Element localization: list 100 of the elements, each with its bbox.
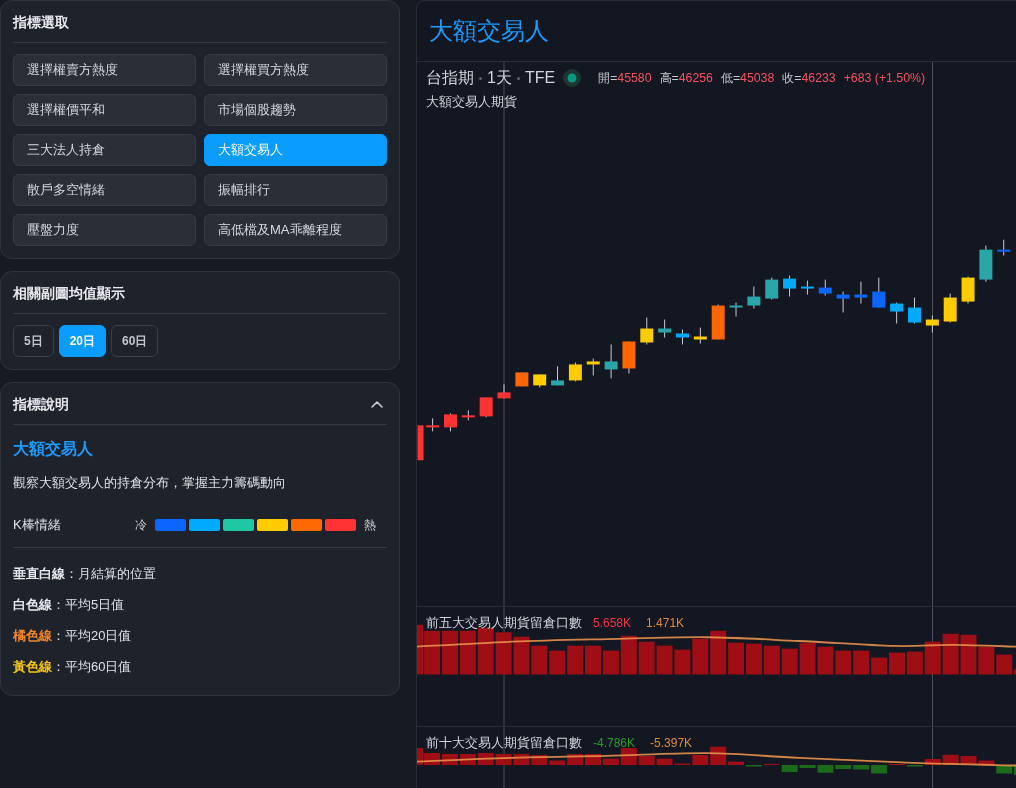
ohlc-label: 開= [598, 70, 618, 86]
position-bar [459, 754, 476, 765]
candlestick [417, 425, 424, 461]
position-bar [906, 651, 923, 675]
indicator-button[interactable]: 選擇權價平和 [13, 94, 196, 126]
position-bar [728, 642, 745, 675]
position-bar [513, 636, 530, 675]
ohlc-value: 46233 [801, 70, 836, 86]
position-bar [978, 646, 995, 675]
legend-term: 垂直白線 [13, 565, 65, 583]
exchange-label: TFE [524, 68, 556, 88]
position-bar [853, 650, 870, 675]
candlestick [533, 373, 547, 388]
candlestick [979, 245, 993, 283]
position-bar [817, 646, 834, 675]
candlestick [854, 281, 868, 305]
candlestick [800, 280, 814, 296]
candlestick [890, 302, 904, 324]
ohlc-value: 46256 [678, 70, 713, 86]
candlestick [997, 239, 1011, 257]
position-bar [799, 642, 816, 675]
position-bar [549, 650, 566, 675]
panel-title: 指標說明 [13, 394, 69, 414]
candlestick [693, 327, 707, 344]
ohlc-label: 高= [659, 70, 679, 86]
position-bar [442, 754, 458, 765]
separator-dot-icon [516, 76, 520, 80]
chart-title: 大額交易人 [429, 16, 549, 46]
ohlc-label: 低= [720, 70, 741, 86]
candlestick [872, 277, 886, 309]
scale-label: K棒情緒 [13, 516, 62, 534]
candlestick [925, 315, 939, 333]
ohlc-value: 45580 [617, 70, 652, 86]
subchart-value: -4.786K [593, 735, 636, 752]
candlestick [908, 297, 921, 324]
subchart-value: -5.397K [650, 735, 693, 752]
candlestick [676, 329, 689, 345]
candlestick [586, 357, 600, 376]
indicator-button[interactable]: 三大法人持倉 [13, 134, 196, 166]
period-button[interactable]: 5日 [13, 325, 54, 357]
position-bar [495, 754, 512, 765]
candlestick [729, 302, 743, 318]
position-bar [442, 630, 458, 675]
candlestick [426, 417, 440, 432]
legend-description: ：平均60日值 [52, 658, 132, 676]
candlestick [711, 304, 725, 340]
legend-description: ：平均20日值 [52, 627, 132, 645]
interval-label: 1天 [487, 68, 512, 88]
indicator-heading: 大額交易人 [13, 439, 94, 459]
indicator-button[interactable]: 散戶多空情緒 [13, 174, 196, 206]
period-button[interactable]: 60日 [111, 325, 159, 357]
indicator-button[interactable]: 壓盤力度 [13, 214, 196, 246]
indicator-description: 觀察大額交易人的持倉分布，掌握主力籌碼動向 [13, 474, 287, 492]
candlestick [568, 361, 582, 382]
panel-title: 指標選取 [13, 12, 69, 32]
indicator-button[interactable]: 選擇權買方熱度 [204, 54, 387, 86]
candlestick [444, 412, 457, 432]
indicator-button[interactable]: 振幅排行 [204, 174, 387, 206]
position-bar [638, 641, 655, 675]
status-dot-icon [563, 69, 582, 87]
legend-description: ：月結算的位置 [65, 565, 156, 583]
position-bar [781, 648, 798, 675]
candlestick [747, 286, 761, 310]
scale-high-label: 熱 [364, 517, 376, 534]
candlestick [783, 275, 797, 298]
position-bar [674, 649, 691, 675]
position-bar [871, 657, 888, 675]
chevron-up-icon[interactable] [371, 399, 383, 408]
position-bar [477, 627, 494, 675]
panel-title: 相關副圖均值顯示 [13, 283, 125, 303]
candlestick [640, 317, 654, 345]
candlestick [551, 365, 565, 386]
separator-dot-icon [479, 76, 482, 80]
position-bar [585, 645, 601, 675]
legend-term: 白色線 [13, 596, 52, 614]
indicator-button[interactable]: 高低檔及MA乖離程度 [204, 214, 387, 246]
ohlc-label: 收= [782, 70, 802, 86]
candlestick [818, 279, 832, 297]
indicator-button[interactable]: 選擇權賣方熱度 [13, 54, 196, 86]
subchart-title: 前十大交易人期貨留倉口數 [426, 734, 582, 752]
position-bar [889, 652, 905, 675]
position-bar [710, 630, 727, 675]
position-bar [459, 630, 476, 675]
candlestick [961, 276, 975, 305]
candlestick [836, 291, 850, 314]
subchart-title: 前五大交易人期貨留倉口數 [426, 614, 582, 632]
position-bar [513, 754, 530, 765]
candlestick [461, 409, 475, 421]
position-bar [942, 633, 959, 675]
symbol-label: 台指期 [426, 68, 474, 88]
legend-description: ：平均5日值 [52, 596, 125, 614]
position-bar [835, 650, 852, 675]
legend-term: 黃色線 [13, 658, 52, 676]
indicator-button[interactable]: 市場個股趨勢 [204, 94, 387, 126]
position-bar [495, 632, 512, 675]
candlestick [604, 344, 618, 379]
position-bar [745, 643, 762, 675]
candlestick [515, 371, 529, 387]
candlestick [765, 277, 779, 301]
series-name: 大額交易人期貨 [426, 93, 517, 111]
